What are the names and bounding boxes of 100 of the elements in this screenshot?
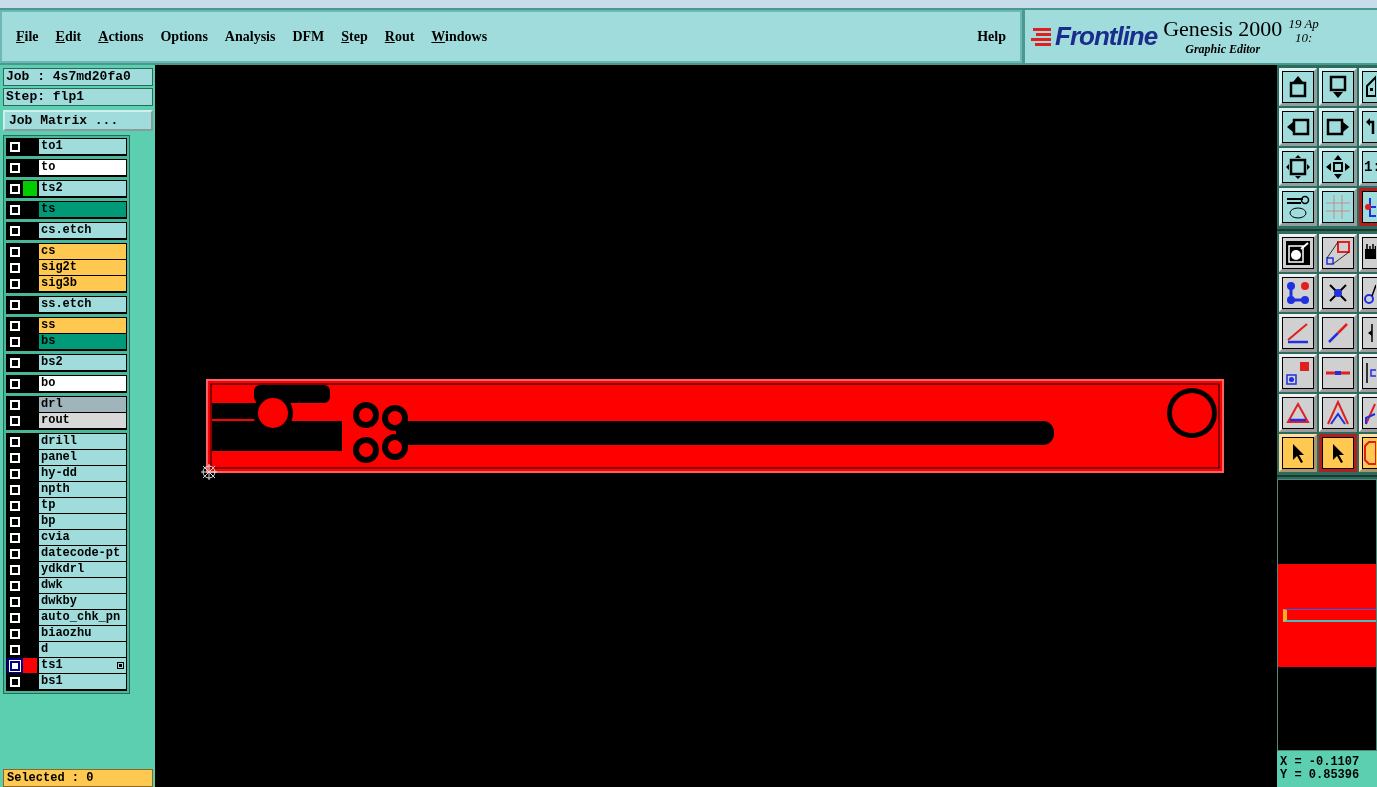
layer-name[interactable]: sig2t [39, 260, 126, 275]
grid-icon [1325, 194, 1351, 220]
menu-item[interactable]: File [16, 28, 39, 45]
layer-name[interactable]: drill [39, 434, 126, 449]
pointer-icon [1293, 444, 1304, 463]
layer-toggle[interactable] [7, 297, 23, 312]
job-matrix-button[interactable]: Job Matrix ... [3, 110, 153, 131]
box-arrow-right-icon [1326, 118, 1349, 136]
layer-name[interactable]: dwk [39, 578, 126, 593]
layer-toggle[interactable] [7, 202, 23, 217]
box-arrow-left-icon [1287, 118, 1310, 136]
bracket-icon [1364, 360, 1376, 386]
layer-toggle[interactable] [7, 318, 23, 333]
layer-name[interactable]: bs2 [39, 355, 126, 370]
box-arrow-up-icon [1289, 76, 1307, 98]
y-coordinate: Y = 0.85396 [1280, 769, 1361, 782]
overview-map[interactable] [1277, 479, 1377, 751]
layer-name[interactable]: cvia [39, 530, 126, 545]
layer-toggle[interactable] [7, 139, 23, 154]
layer-name[interactable]: cs.etch [39, 223, 126, 238]
product-subtitle: Graphic Editor [1185, 42, 1261, 57]
menu-item[interactable]: Actions [98, 28, 144, 45]
layer-name[interactable]: panel [39, 450, 126, 465]
speed-lines-icon [1031, 25, 1053, 48]
layer-toggle[interactable] [7, 610, 23, 625]
layer-name[interactable]: bo [39, 376, 126, 391]
layer-name[interactable]: tp [39, 498, 126, 513]
menu-item[interactable]: Step [341, 28, 368, 45]
layer-toggle[interactable] [7, 276, 23, 291]
layer-name[interactable]: ss [39, 318, 126, 333]
layer-name[interactable]: datecode-pt [39, 546, 126, 561]
squares-icon [1286, 362, 1309, 385]
octagon-icon [1364, 440, 1376, 466]
layer-name[interactable]: bp [39, 514, 126, 529]
layer-name[interactable]: npth [39, 482, 126, 497]
layer-toggle[interactable] [7, 334, 23, 349]
layer-name[interactable]: hy-dd [39, 466, 126, 481]
menu-item[interactable]: DFM [292, 28, 325, 45]
layer-name[interactable]: cs [39, 244, 126, 259]
logo-text: Frontline [1055, 21, 1158, 52]
layer-name[interactable]: ts1 [39, 658, 126, 673]
layer-toggle[interactable] [7, 578, 23, 593]
expand-icon [117, 662, 124, 669]
menu-item[interactable]: Windows [431, 28, 488, 45]
wrench-palette-icon [1286, 195, 1310, 219]
x-coordinate: X = -0.1107 [1280, 756, 1361, 769]
menu-item[interactable]: Analysis [224, 28, 276, 45]
layer-toggle[interactable] [7, 397, 23, 412]
layer-name[interactable]: to1 [39, 139, 126, 154]
layer-name[interactable]: drl [39, 397, 126, 412]
layer-name[interactable]: biaozhu [39, 626, 126, 641]
layer-toggle[interactable] [7, 413, 23, 428]
layer-name[interactable]: d [39, 642, 126, 657]
layer-toggle[interactable] [7, 642, 23, 657]
square-link-icon [1326, 241, 1350, 265]
help-menu[interactable]: Help [977, 28, 1006, 45]
layer-name[interactable]: auto_chk_pn [39, 610, 126, 625]
layer-toggle[interactable] [7, 466, 23, 481]
origin-marker-icon [200, 463, 218, 481]
layer-toggle[interactable] [7, 514, 23, 529]
layer-toggle[interactable] [7, 160, 23, 175]
tool-button[interactable] [1319, 434, 1357, 472]
layer-name[interactable]: bs [39, 334, 126, 349]
layer-name[interactable]: ts2 [39, 181, 126, 196]
selection-status: Selected : 0 [3, 769, 153, 787]
layer-toggle[interactable] [7, 223, 23, 238]
pointer-icon [1333, 444, 1344, 463]
layer-name[interactable]: rout [39, 413, 126, 428]
job-label: Job : 4s7md20fa0 [3, 68, 153, 86]
layer-toggle[interactable] [7, 244, 23, 259]
layer-toggle[interactable] [7, 434, 23, 449]
layer-name[interactable]: sig3b [39, 276, 126, 291]
layer-toggle[interactable] [7, 530, 23, 545]
layer-toggle[interactable] [7, 626, 23, 641]
line-segment-icon [1326, 371, 1350, 375]
layer-toggle[interactable] [7, 562, 23, 577]
layer-toggle[interactable] [7, 594, 23, 609]
layer-toggle[interactable] [7, 498, 23, 513]
menu-item[interactable]: Rout [384, 28, 415, 45]
time-text: 10: [1294, 30, 1313, 45]
layer-name[interactable]: bs1 [39, 674, 126, 689]
layer-toggle[interactable] [7, 260, 23, 275]
layer-toggle[interactable] [7, 181, 23, 196]
shrink-arrows-icon [1326, 155, 1350, 179]
layer-toggle[interactable] [7, 376, 23, 391]
menu-item[interactable]: Options [160, 28, 208, 45]
layer-toggle[interactable] [7, 450, 23, 465]
layer-toggle[interactable] [7, 674, 23, 689]
layer-toggle[interactable] [7, 482, 23, 497]
layer-name[interactable]: ydkdrl [39, 562, 126, 577]
layer-name[interactable]: ts [39, 202, 126, 217]
layer-name[interactable]: to [39, 160, 126, 175]
layer-name[interactable]: ss.etch [39, 297, 126, 312]
layer-toggle[interactable] [7, 658, 23, 673]
layer-name[interactable]: dwkby [39, 594, 126, 609]
tool-button[interactable]: 1: [1359, 148, 1377, 186]
layer-toggle[interactable] [7, 546, 23, 561]
menu-item[interactable]: Edit [55, 28, 82, 45]
layer-toggle[interactable] [7, 355, 23, 370]
box-arrow-down-icon [1329, 75, 1347, 98]
